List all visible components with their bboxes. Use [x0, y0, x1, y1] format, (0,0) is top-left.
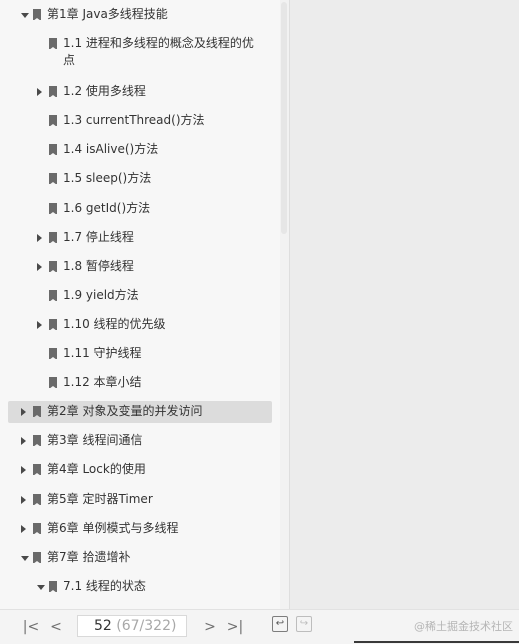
page-position-info: (67/322)	[116, 618, 177, 634]
toc-item-label: 7.1 线程的状态	[63, 578, 146, 593]
toc-item[interactable]: 1.9 yield方法	[8, 285, 272, 307]
current-page-number: 52	[94, 618, 112, 634]
bookmark-icon	[33, 464, 41, 477]
toc-item[interactable]: 1.10 线程的优先级	[8, 314, 272, 336]
toc-item-label: 1.12 本章小结	[63, 375, 142, 390]
next-page-button[interactable]: >	[201, 618, 219, 636]
collapse-arrow-icon[interactable]	[37, 584, 45, 590]
toc-item[interactable]: 第6章 单例模式与多线程	[8, 518, 272, 540]
toc-item[interactable]: 7.1 线程的状态	[8, 576, 272, 598]
toc-item[interactable]: 第2章 对象及变量的并发访问	[8, 401, 272, 424]
expand-arrow-icon[interactable]	[37, 320, 42, 329]
expand-arrow-icon[interactable]	[37, 88, 42, 97]
toc-item-label: 1.4 isAlive()方法	[63, 142, 159, 157]
toc-item[interactable]: 1.11 守护线程	[8, 343, 272, 365]
bookmark-icon	[33, 493, 41, 506]
document-view	[290, 0, 519, 609]
page-number-input[interactable]: 52 (67/322)	[77, 615, 187, 637]
toc-item-label: 第3章 线程间通信	[47, 433, 143, 448]
toc-sidebar: 第1章 Java多线程技能 1.1 进程和多线程的概念及线程的优点 1.2 使用多线…	[0, 0, 289, 609]
bookmark-icon	[49, 289, 57, 302]
toc-item-label: 1.5 sleep()方法	[63, 171, 152, 186]
forward-icon[interactable]: ↪	[296, 616, 312, 632]
toc-item-label: 1.10 线程的优先级	[63, 316, 166, 331]
toc-scrollbar-thumb[interactable]	[281, 2, 287, 234]
toc-item[interactable]: 1.7 停止线程	[8, 227, 272, 249]
bookmark-icon	[33, 551, 41, 564]
toc-item-label: 1.1 进程和多线程的概念及线程的优	[63, 36, 254, 51]
bookmark-icon	[49, 231, 57, 244]
bookmark-icon	[49, 86, 57, 99]
bookmark-icon	[33, 9, 41, 21]
toc-item[interactable]: 1.8 暂停线程	[8, 256, 272, 278]
toc-item[interactable]: 第3章 线程间通信	[8, 430, 272, 452]
toc-item-label: 第1章 Java多线程技能	[47, 7, 168, 21]
toc-item-label: 第4章 Lock的使用	[47, 462, 146, 477]
toc-item-label-continued: 点	[63, 53, 76, 68]
bookmark-icon	[49, 115, 57, 128]
bookmark-icon	[49, 377, 57, 390]
bookmark-icon	[49, 144, 57, 157]
toc-item-label: 第5章 定时器Timer	[47, 491, 153, 506]
toc-item[interactable]: 1.5 sleep()方法	[8, 168, 272, 190]
bookmark-icon	[49, 580, 57, 593]
collapse-arrow-icon[interactable]	[21, 555, 29, 561]
page-navigation-bar: |< < 52 (67/322) > >| ↩ ↪ @稀土掘金技术社区	[0, 609, 519, 644]
toc-scrollbar[interactable]	[280, 0, 289, 609]
expand-arrow-icon[interactable]	[21, 495, 26, 504]
bookmark-icon	[49, 173, 57, 186]
toc-item[interactable]: 第4章 Lock的使用	[8, 459, 272, 481]
bookmark-icon	[33, 406, 41, 419]
toc-item-label: 1.2 使用多线程	[63, 84, 146, 99]
toc-item[interactable]: 1.2 使用多线程	[8, 81, 272, 103]
expand-arrow-icon[interactable]	[37, 262, 42, 271]
toc-item[interactable]: 第7章 拾遗增补	[8, 547, 272, 569]
previous-page-button[interactable]: <	[47, 618, 65, 636]
expand-arrow-icon[interactable]	[21, 466, 26, 475]
toc-item-label: 1.8 暂停线程	[63, 258, 134, 273]
expand-arrow-icon[interactable]	[21, 437, 26, 446]
collapse-arrow-icon[interactable]	[21, 13, 29, 18]
toc-item[interactable]: 1.12 本章小结	[8, 372, 272, 394]
toc-item[interactable]: 1.6 getId()方法	[8, 198, 272, 220]
toc-item-label: 第7章 拾遗增补	[47, 549, 131, 564]
last-page-button[interactable]: >|	[226, 618, 244, 636]
toc-item-label: 1.7 停止线程	[63, 229, 134, 244]
toc-item[interactable]: 第5章 定时器Timer	[8, 489, 272, 511]
bookmark-icon	[49, 260, 57, 273]
bookmark-icon	[49, 38, 57, 51]
toc-item-label: 1.9 yield方法	[63, 287, 139, 302]
bookmark-icon	[33, 522, 41, 535]
back-icon[interactable]: ↩	[272, 616, 288, 632]
watermark: @稀土掘金技术社区	[414, 620, 513, 633]
expand-arrow-icon[interactable]	[21, 408, 26, 417]
bookmark-icon	[33, 435, 41, 448]
toc-item[interactable]: 第1章 Java多线程技能	[8, 4, 272, 26]
toc-item-label: 1.3 currentThread()方法	[63, 113, 205, 128]
toc-item[interactable]: 1.4 isAlive()方法	[8, 139, 272, 161]
toc-item[interactable]: 1.1 进程和多线程的概念及线程的优点	[8, 33, 272, 73]
expand-arrow-icon[interactable]	[21, 524, 26, 533]
first-page-button[interactable]: |<	[22, 618, 40, 636]
toc-item[interactable]: 1.3 currentThread()方法	[8, 110, 272, 132]
toc-item-label: 1.6 getId()方法	[63, 200, 151, 215]
bookmark-icon	[49, 202, 57, 215]
bookmark-icon	[49, 348, 57, 360]
toc-item-label: 第2章 对象及变量的并发访问	[47, 404, 203, 419]
expand-arrow-icon[interactable]	[37, 233, 42, 242]
toc-item-label: 1.11 守护线程	[63, 346, 142, 360]
bookmark-icon	[49, 318, 57, 331]
toc-item-label: 第6章 单例模式与多线程	[47, 520, 179, 535]
